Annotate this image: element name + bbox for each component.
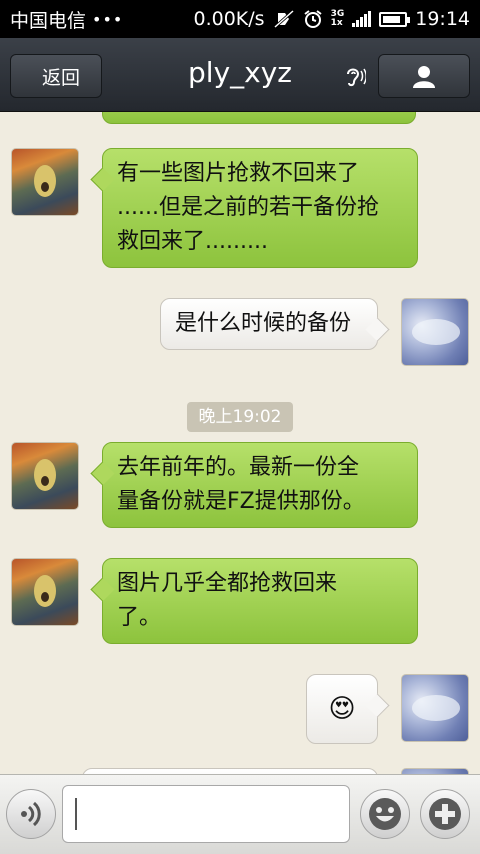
- message-bubble-partial[interactable]: [102, 112, 416, 124]
- message-line: 是什么时候的备份: [175, 311, 352, 336]
- message-line: 量备份就是FZ提供那份。: [117, 489, 365, 514]
- heart-eyes-emoji: 😍: [328, 694, 356, 724]
- chat-area[interactable]: 有一些图片抢救不回来了 ......但是之前的若干备份抢 救回来了.......…: [0, 112, 480, 774]
- ear-icon[interactable]: [340, 64, 366, 90]
- message-line: 救回来了.........: [117, 229, 268, 254]
- mute-icon: [273, 9, 294, 29]
- input-bar: [0, 774, 480, 854]
- back-button[interactable]: 返回: [10, 54, 102, 98]
- voice-button[interactable]: [6, 789, 56, 839]
- chat-title: ply_xyz: [188, 56, 292, 89]
- message-bubble[interactable]: 有一些图片抢救不回来了 ......但是之前的若干备份抢 救回来了.......…: [102, 148, 418, 268]
- avatar[interactable]: [401, 298, 469, 366]
- message-bubble[interactable]: 是什么时候的备份: [160, 298, 378, 350]
- clock: 19:14: [415, 8, 470, 30]
- message-bubble[interactable]: 去年前年的。最新一份全 量备份就是FZ提供那份。: [102, 442, 418, 528]
- avatar[interactable]: [11, 558, 79, 626]
- network-speed: 0.00K/s: [193, 8, 265, 30]
- voice-icon: [21, 801, 41, 827]
- message-line: 有一些图片抢救不回来了: [117, 161, 360, 186]
- back-label: 返回: [41, 66, 80, 89]
- message-input[interactable]: [62, 785, 350, 843]
- profile-button[interactable]: [378, 54, 470, 98]
- status-bar: 中国电信 ••• 0.00K/s 3G 1x 19:14: [0, 0, 480, 38]
- timestamp: 晚上19:02: [187, 402, 293, 432]
- avatar[interactable]: [11, 442, 79, 510]
- notification-dots: •••: [92, 9, 124, 29]
- battery-icon: [379, 11, 411, 27]
- plus-button[interactable]: [420, 789, 470, 839]
- message-line: 了。: [117, 605, 162, 630]
- avatar[interactable]: [11, 148, 79, 216]
- avatar[interactable]: [401, 674, 469, 742]
- signal-icon: [352, 11, 372, 27]
- message-line: 图片几乎全都抢救回来: [117, 571, 338, 596]
- text-caret: [75, 798, 77, 830]
- chat-header: 返回 ply_xyz: [0, 38, 480, 112]
- message-bubble[interactable]: 😍: [306, 674, 378, 744]
- carrier-name: 中国电信: [10, 9, 87, 32]
- alarm-icon: [303, 10, 322, 28]
- person-icon: [413, 66, 435, 88]
- smiley-icon: [369, 798, 401, 830]
- emoji-button[interactable]: [360, 789, 410, 839]
- network-type: 3G 1x: [330, 9, 345, 28]
- message-bubble[interactable]: 图片几乎全都抢救回来 了。: [102, 558, 418, 644]
- plus-icon: [429, 798, 461, 830]
- message-line: 去年前年的。最新一份全: [117, 455, 360, 480]
- message-line: ......但是之前的若干备份抢: [117, 195, 379, 220]
